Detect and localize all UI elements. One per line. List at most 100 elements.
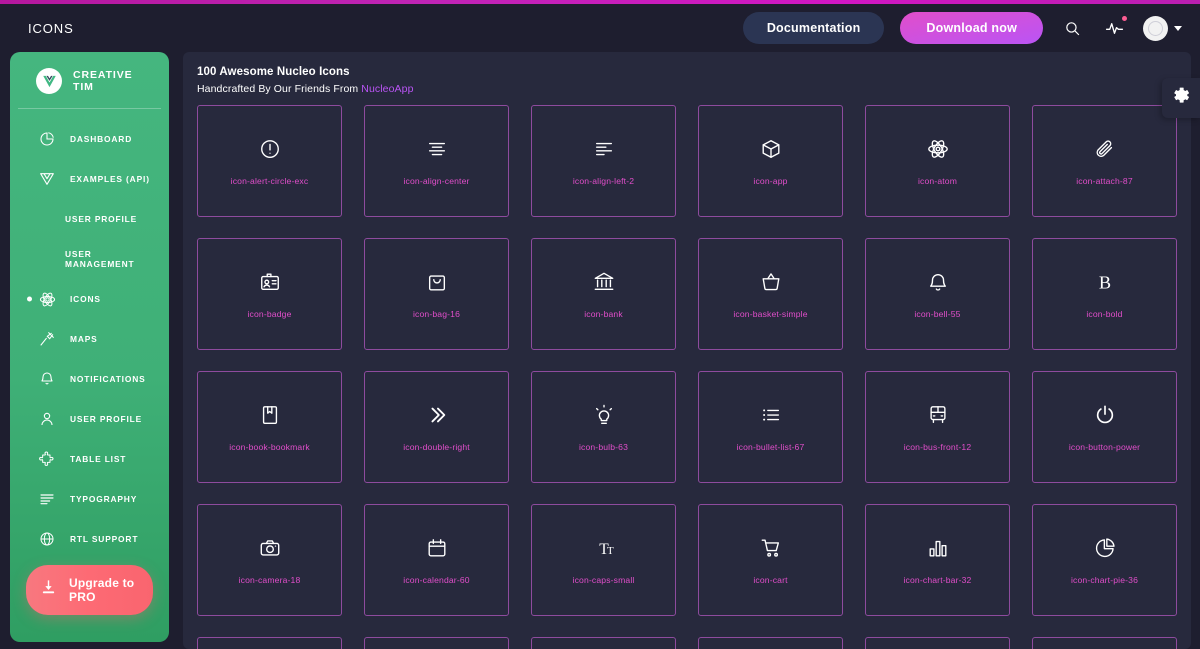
bold-b-icon: B xyxy=(1094,269,1116,295)
sidebar-item-label: TYPOGRAPHY xyxy=(70,494,138,504)
sidebar-item-label: USER MANAGEMENT xyxy=(65,249,135,269)
bell-icon xyxy=(927,269,949,295)
sidebar-item-examples-api[interactable]: EXAMPLES (API) xyxy=(10,159,169,199)
icon-card[interactable]: icon-camera-18 xyxy=(197,504,342,616)
icon-grid: icon-alert-circle-exc icon-align-center ic… xyxy=(183,105,1191,649)
icon-name-label: icon-double-right xyxy=(403,442,470,452)
sidebar-brand-label: CREATIVE TIM xyxy=(73,69,133,93)
icon-card[interactable]: icon-cart xyxy=(698,504,843,616)
icon-card[interactable]: icon-bank xyxy=(531,238,676,350)
sidebar: CREATIVE TIM DASHBOARD EXAMPLES (API) US… xyxy=(10,52,169,642)
panel-title: 100 Awesome Nucleo Icons xyxy=(197,66,350,78)
notification-badge-dot xyxy=(1122,16,1127,21)
icon-card[interactable]: icon-bulb-63 xyxy=(531,371,676,483)
globe-icon xyxy=(38,530,56,548)
icon-name-label: icon-book-bookmark xyxy=(229,442,310,452)
icon-card[interactable]: icon-attach-87 xyxy=(1032,105,1177,217)
icon-card[interactable]: icon-align-left-2 xyxy=(531,105,676,217)
sidebar-item-typography[interactable]: TYPOGRAPHY xyxy=(10,479,169,519)
icon-card[interactable]: icon-bullet-list-67 xyxy=(698,371,843,483)
icon-card[interactable]: icon-alert-circle-exc xyxy=(197,105,342,217)
icon-card[interactable] xyxy=(698,637,843,649)
icon-card[interactable]: icon-calendar-60 xyxy=(364,504,509,616)
download-now-button[interactable]: Download now xyxy=(900,12,1043,44)
settings-panel-toggle[interactable] xyxy=(1162,78,1200,118)
icon-card[interactable] xyxy=(531,637,676,649)
icon-card[interactable] xyxy=(1032,637,1177,649)
icon-name-label: icon-attach-87 xyxy=(1076,176,1133,186)
vue-logo-icon xyxy=(36,68,62,94)
icon-card[interactable]: icon-button-power xyxy=(1032,371,1177,483)
sidebar-item-notifications[interactable]: NOTIFICATIONS xyxy=(10,359,169,399)
chevron-down-icon xyxy=(1174,25,1182,31)
app-header: ICONS Documentation Download now xyxy=(0,4,1200,52)
sidebar-item-table-list[interactable]: TABLE LIST xyxy=(10,439,169,479)
icon-name-label: icon-bag-16 xyxy=(412,309,461,319)
sidebar-item-dashboard[interactable]: DASHBOARD xyxy=(10,119,169,159)
power-button-icon xyxy=(1094,402,1116,428)
icon-card[interactable]: icon-basket-simple xyxy=(698,238,843,350)
pulse-activity-icon[interactable] xyxy=(1101,15,1127,41)
sidebar-item-user-profile[interactable]: USER PROFILE xyxy=(10,399,169,439)
icon-card[interactable]: icon-bell-55 xyxy=(865,238,1010,350)
nucleoapp-link[interactable]: NucleoApp xyxy=(361,83,413,95)
icon-card[interactable]: icon-book-bookmark xyxy=(197,371,342,483)
upgrade-to-pro-label: Upgrade to PRO xyxy=(69,576,135,604)
book-bookmark-icon xyxy=(259,402,281,428)
icon-name-label: icon-chart-bar-32 xyxy=(903,575,972,585)
search-icon[interactable] xyxy=(1059,15,1085,41)
icon-name-label: icon-bell-55 xyxy=(914,309,961,319)
sidebar-item-icons[interactable]: ICONS xyxy=(10,279,169,319)
sidebar-item-label: NOTIFICATIONS xyxy=(70,374,146,384)
icon-name-label: icon-badge xyxy=(247,309,292,319)
icon-card[interactable]: icon-bus-front-12 xyxy=(865,371,1010,483)
pin-icon xyxy=(38,330,56,348)
avatar-face-icon xyxy=(1148,20,1163,36)
sidebar-item-label: USER PROFILE xyxy=(70,414,143,424)
calendar-icon xyxy=(426,535,448,561)
icon-name-label: icon-app xyxy=(753,176,788,186)
icon-card[interactable]: icon-app xyxy=(698,105,843,217)
download-tray-icon xyxy=(40,579,57,601)
align-center-icon xyxy=(426,136,448,162)
icon-card[interactable]: Bicon-bold xyxy=(1032,238,1177,350)
sidebar-item-rtl-support[interactable]: RTL SUPPORT xyxy=(10,519,169,559)
basket-icon xyxy=(760,269,782,295)
align-lines-icon xyxy=(38,490,56,508)
icon-card[interactable]: icon-atom xyxy=(865,105,1010,217)
documentation-button[interactable]: Documentation xyxy=(742,12,885,44)
upgrade-to-pro-button[interactable]: Upgrade to PRO xyxy=(26,565,153,615)
avatar xyxy=(1143,15,1168,41)
icon-card[interactable]: icon-double-right xyxy=(364,371,509,483)
icon-card[interactable]: icon-badge xyxy=(197,238,342,350)
icon-name-label: icon-bank xyxy=(584,309,623,319)
icon-name-label: icon-cart xyxy=(753,575,788,585)
sidebar-item-label: DASHBOARD xyxy=(70,134,133,144)
icon-card[interactable]: icon-chart-bar-32 xyxy=(865,504,1010,616)
icon-card[interactable]: icon-align-center xyxy=(364,105,509,217)
sidebar-item-user-profile-sub[interactable]: USER PROFILE xyxy=(10,199,169,239)
header-actions: Documentation Download now xyxy=(742,12,1182,44)
icon-name-label: icon-bullet-list-67 xyxy=(736,442,805,452)
alert-circle-exclamation-icon xyxy=(259,136,281,162)
panel-subtitle-text: Handcrafted By Our Friends From xyxy=(197,83,362,95)
icon-card[interactable] xyxy=(197,637,342,649)
icon-card[interactable] xyxy=(364,637,509,649)
icon-card[interactable]: T T icon-caps-small xyxy=(531,504,676,616)
icon-name-label: icon-button-power xyxy=(1068,442,1141,452)
sidebar-brand[interactable]: CREATIVE TIM xyxy=(18,52,161,109)
vue-triangle-icon xyxy=(38,170,56,188)
sidebar-item-maps[interactable]: MAPS xyxy=(10,319,169,359)
sidebar-item-label: ICONS xyxy=(70,294,101,304)
avatar-menu[interactable] xyxy=(1143,15,1182,41)
sidebar-item-label: TABLE LIST xyxy=(70,454,127,464)
puzzle-icon xyxy=(38,450,56,468)
double-chevron-right-icon xyxy=(426,402,448,428)
icon-card[interactable]: icon-chart-pie-36 xyxy=(1032,504,1177,616)
sidebar-item-user-management[interactable]: USER MANAGEMENT xyxy=(10,239,169,279)
icon-card[interactable]: icon-bag-16 xyxy=(364,238,509,350)
cube-app-icon xyxy=(760,136,782,162)
chart-pie-icon xyxy=(1094,535,1116,561)
shopping-cart-icon xyxy=(760,535,782,561)
icon-card[interactable] xyxy=(865,637,1010,649)
